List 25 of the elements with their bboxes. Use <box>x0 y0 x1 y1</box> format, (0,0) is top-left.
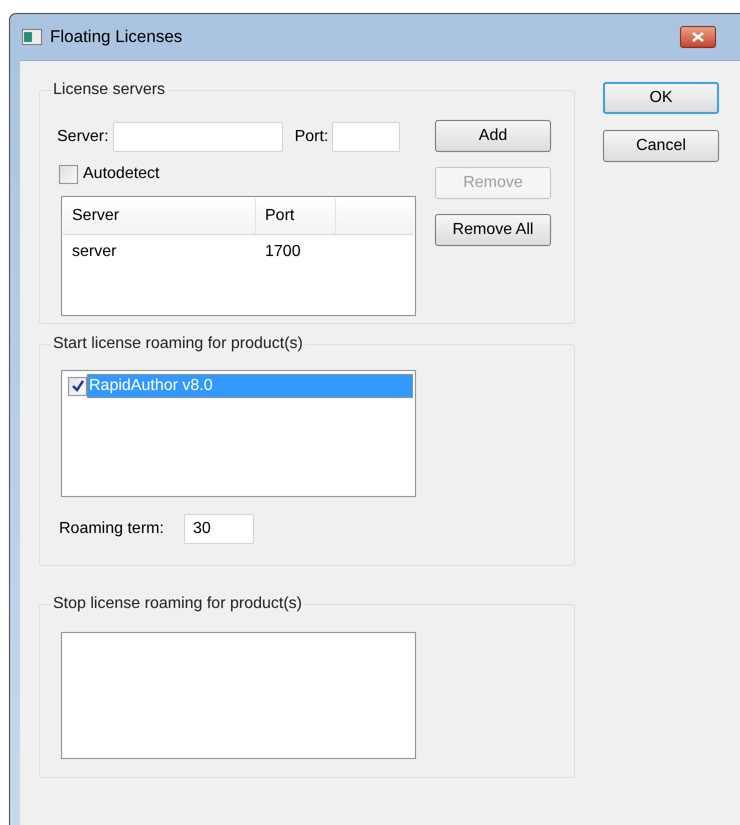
dialog-button[interactable]: OK <box>603 82 719 114</box>
close-icon <box>692 32 704 42</box>
server-field[interactable] <box>112 122 283 152</box>
group-title: Stop license roaming for product(s) <box>52 594 303 614</box>
product-checkbox[interactable] <box>68 376 87 396</box>
dialog-button[interactable]: Remove All <box>435 214 551 246</box>
table-cell-text: 1700 <box>264 242 302 262</box>
port-field[interactable] <box>332 122 400 152</box>
autodetect-label: Autodetect <box>83 164 160 184</box>
roaming-term-field[interactable]: 30 <box>184 514 254 544</box>
roaming-term-label: Roaming term: <box>59 519 165 539</box>
group-title: License servers <box>52 80 166 100</box>
table-cell-text: server <box>71 242 118 262</box>
group-title: Start license roaming for product(s) <box>52 334 304 354</box>
server-label: Server: <box>57 127 109 147</box>
window-title: Floating Licenses <box>50 26 182 48</box>
column-header[interactable]: Port <box>256 198 336 234</box>
port-label: Port: <box>294 127 328 147</box>
dialog-button[interactable]: Cancel <box>603 130 719 162</box>
app-icon <box>22 29 42 45</box>
autodetect-checkbox[interactable] <box>59 164 78 184</box>
dialog-button[interactable]: Add <box>435 120 551 152</box>
check-icon <box>72 380 84 392</box>
column-header[interactable]: Server <box>63 198 256 234</box>
close-button[interactable] <box>680 26 716 48</box>
